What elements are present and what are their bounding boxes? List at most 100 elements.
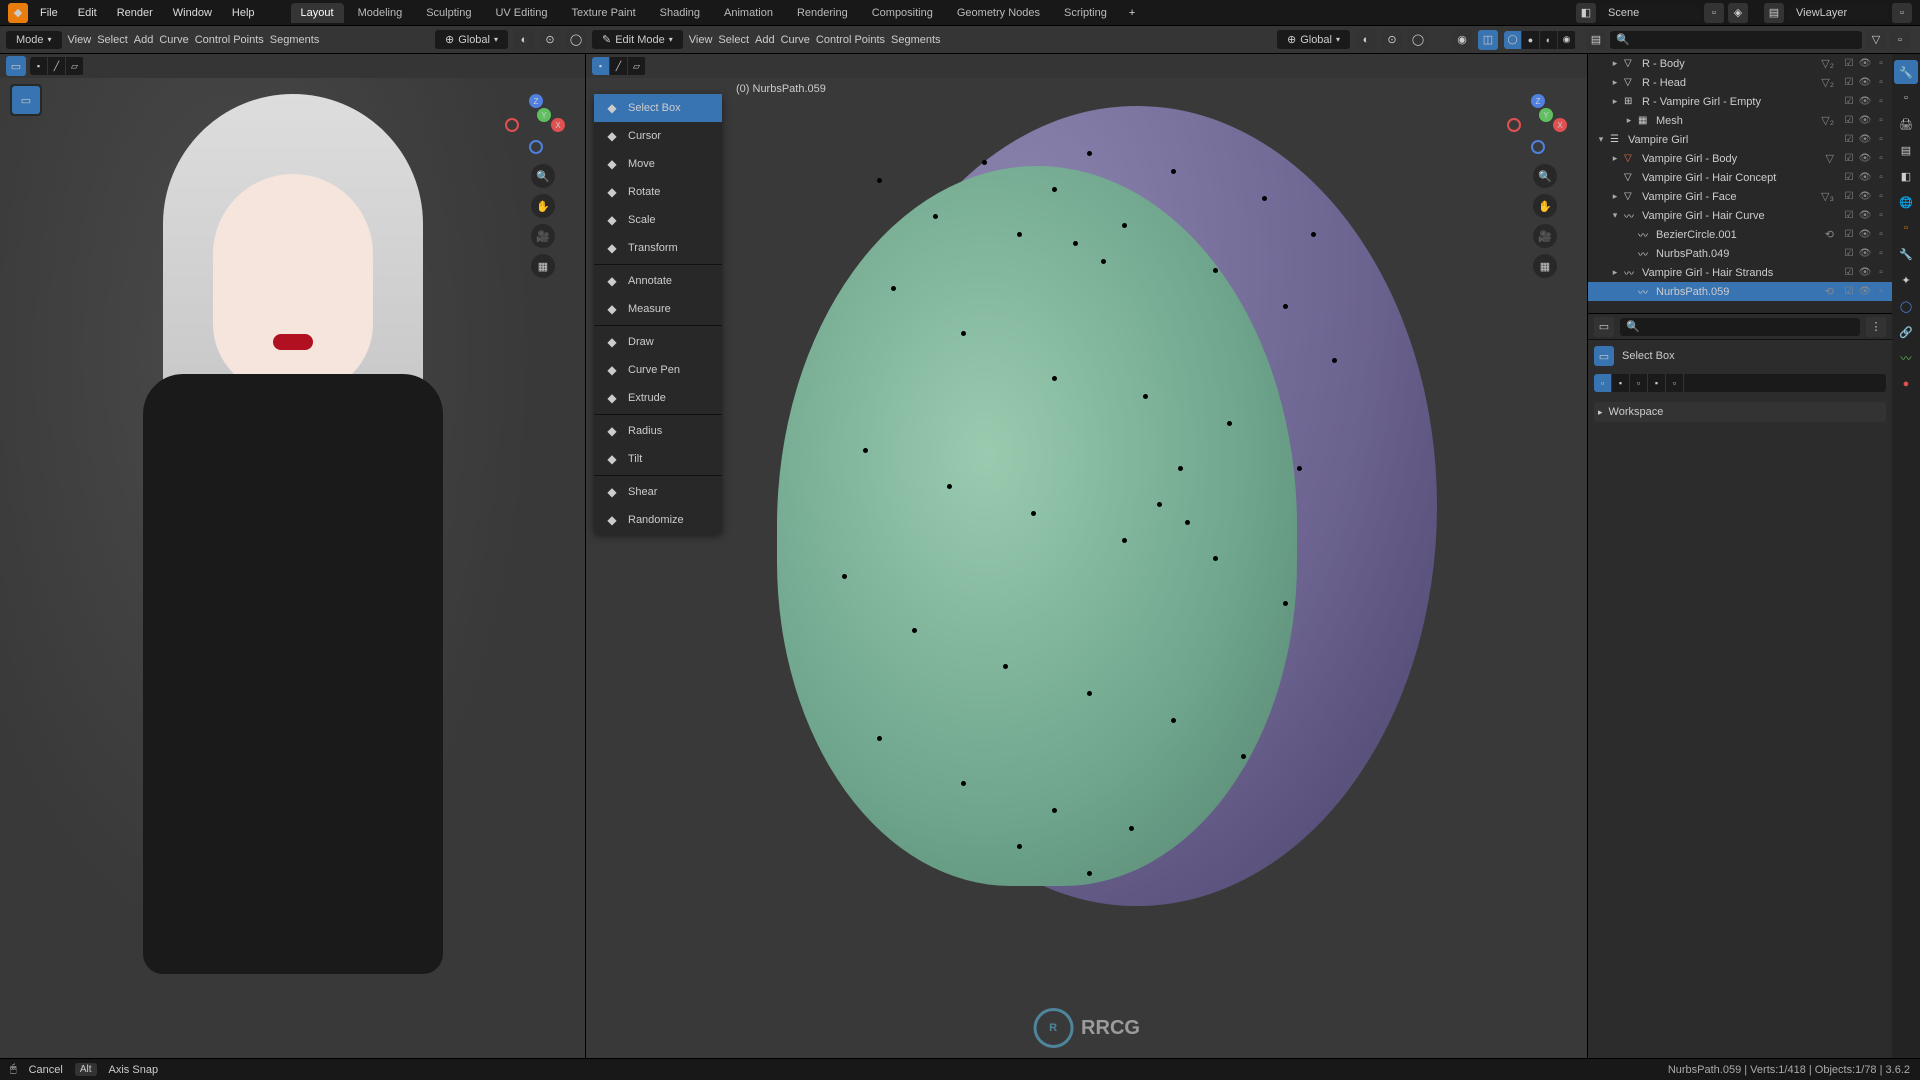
tool-shear[interactable]: ◆Shear [594,478,722,506]
tab-compositing[interactable]: Compositing [862,3,943,23]
menu-render[interactable]: Render [109,3,161,23]
tab-shading[interactable]: Shading [650,3,710,23]
disable-icon[interactable]: ▫ [1874,229,1888,240]
persp-icon[interactable]: ▦ [531,254,555,278]
tool-select-box[interactable]: ◆Select Box [594,94,722,122]
exclude-icon[interactable]: ☑ [1842,172,1856,183]
pan-icon[interactable]: ✋ [1533,194,1557,218]
new-viewlayer[interactable]: ▫ [1892,3,1912,23]
eye-icon[interactable]: 👁 [1858,58,1872,69]
viewlayer-field[interactable]: ViewLayer [1788,5,1888,21]
tab-scripting[interactable]: Scripting [1054,3,1117,23]
pan-icon[interactable]: ✋ [531,194,555,218]
hdr-select-r[interactable]: Select [718,34,749,46]
tab-scene-icon[interactable]: ◧ [1894,164,1918,188]
exclude-icon[interactable]: ☑ [1842,210,1856,221]
tool-scale[interactable]: ◆Scale [594,206,722,234]
eye-icon[interactable]: 👁 [1858,115,1872,126]
outliner-row[interactable]: ▽Vampire Girl - Hair Concept☑👁▫ [1588,168,1892,187]
outliner-row[interactable]: ▸▽R - Body▽₂☑👁▫ [1588,54,1892,73]
hdr-view-l[interactable]: View [68,34,92,46]
persp-icon[interactable]: ▦ [1533,254,1557,278]
disable-icon[interactable]: ▫ [1874,115,1888,126]
eye-icon[interactable]: 👁 [1858,96,1872,107]
exclude-icon[interactable]: ☑ [1842,286,1856,297]
viewport-left[interactable]: ▭ ▪╱▱ ▭ X Y Z 🔍 ✋ 🎥 ▦ [0,54,586,1058]
exclude-icon[interactable]: ☑ [1842,248,1856,259]
outliner-row[interactable]: ▸▦Mesh▽₂☑👁▫ [1588,111,1892,130]
outliner-display-mode[interactable]: ▤ [1586,30,1606,50]
tab-constraint-icon[interactable]: 🔗 [1894,320,1918,344]
tab-material-icon[interactable]: ● [1894,372,1918,396]
disclosure-icon[interactable]: ▸ [1610,153,1620,164]
outliner[interactable]: ▸▽R - Body▽₂☑👁▫▸▽R - Head▽₂☑👁▫▸⊞R - Vamp… [1588,54,1892,314]
props-pin-icon[interactable]: ▭ [1594,317,1614,337]
eye-icon[interactable]: 👁 [1858,248,1872,259]
prop-edit-r[interactable]: ◯ [1408,30,1428,50]
disable-icon[interactable]: ▫ [1874,286,1888,297]
pin-scene[interactable]: ◈ [1728,3,1748,23]
disclosure-icon[interactable]: ▸ [1610,267,1620,278]
eye-icon[interactable]: 👁 [1858,153,1872,164]
disable-icon[interactable]: ▫ [1874,153,1888,164]
camera-icon[interactable]: 🎥 [1533,224,1557,248]
tool-extrude[interactable]: ◆Extrude [594,384,722,412]
outliner-row[interactable]: ▸⊞R - Vampire Girl - Empty☑👁▫ [1588,92,1892,111]
outliner-filter[interactable]: ▽ [1866,30,1886,50]
tab-geometry-nodes[interactable]: Geometry Nodes [947,3,1050,23]
scene-icon[interactable]: ◧ [1576,3,1596,23]
props-options[interactable]: ⋮ [1866,317,1886,337]
eye-icon[interactable]: 👁 [1858,172,1872,183]
menu-help[interactable]: Help [224,3,263,23]
outliner-row[interactable]: ▾☰Vampire Girl☑👁▫ [1588,130,1892,149]
eye-icon[interactable]: 👁 [1858,229,1872,240]
tab-uv-editing[interactable]: UV Editing [485,3,557,23]
hdr-view-r[interactable]: View [689,34,713,46]
tab-animation[interactable]: Animation [714,3,783,23]
disclosure-icon[interactable]: ▸ [1624,115,1634,126]
viewlayer-icon[interactable]: ▤ [1764,3,1784,23]
disclosure-icon[interactable]: ▸ [1610,77,1620,88]
exclude-icon[interactable]: ☑ [1842,267,1856,278]
eye-icon[interactable]: 👁 [1858,191,1872,202]
hdr-add-l[interactable]: Add [134,34,154,46]
nav-gizmo-left[interactable]: X Y Z [505,94,565,154]
disable-icon[interactable]: ▫ [1874,210,1888,221]
hdr-cpoints-l[interactable]: Control Points [195,34,264,46]
menu-edit[interactable]: Edit [70,3,105,23]
overlay-toggle[interactable]: ◉ [1452,30,1472,50]
hdr-curve-l[interactable]: Curve [159,34,188,46]
disable-icon[interactable]: ▫ [1874,96,1888,107]
disclosure-icon[interactable]: ▾ [1596,134,1606,145]
eye-icon[interactable]: 👁 [1858,286,1872,297]
tab-viewlayer-icon[interactable]: ▤ [1894,138,1918,162]
hdr-cpoints-r[interactable]: Control Points [816,34,885,46]
hdr-segments-r[interactable]: Segments [891,34,941,46]
zoom-icon[interactable]: 🔍 [531,164,555,188]
sel-mode-strip-r[interactable]: ▪╱▱ [592,57,646,75]
tab-sculpting[interactable]: Sculpting [416,3,481,23]
outliner-row[interactable]: ▸▽R - Head▽₂☑👁▫ [1588,73,1892,92]
disable-icon[interactable]: ▫ [1874,134,1888,145]
prop-edit-l[interactable]: ◯ [566,30,586,50]
add-workspace[interactable]: + [1121,3,1143,23]
orient-l[interactable]: ⊕Global▾ [435,30,508,49]
outliner-row[interactable]: ▸▽Vampire Girl - Body▽☑👁▫ [1588,149,1892,168]
tab-rendering[interactable]: Rendering [787,3,858,23]
exclude-icon[interactable]: ☑ [1842,229,1856,240]
snap-l[interactable]: ⊙ [540,30,560,50]
tab-layout[interactable]: Layout [291,3,344,23]
eye-icon[interactable]: 👁 [1858,77,1872,88]
shading-modes[interactable]: ◯ ● ◐ ◉ [1504,31,1576,49]
new-scene[interactable]: ▫ [1704,3,1724,23]
tab-physics-icon[interactable]: ◯ [1894,294,1918,318]
disable-icon[interactable]: ▫ [1874,172,1888,183]
hdr-select-l[interactable]: Select [97,34,128,46]
menu-file[interactable]: File [32,3,66,23]
select-box-hdr-l[interactable]: ▭ [6,56,26,76]
outliner-row[interactable]: 〰BezierCircle.001⟲☑👁▫ [1588,225,1892,244]
disable-icon[interactable]: ▫ [1874,248,1888,259]
disclosure-icon[interactable]: ▸ [1610,58,1620,69]
hdr-add-r[interactable]: Add [755,34,775,46]
mode-dropdown-left[interactable]: Mode▾ [6,31,62,49]
